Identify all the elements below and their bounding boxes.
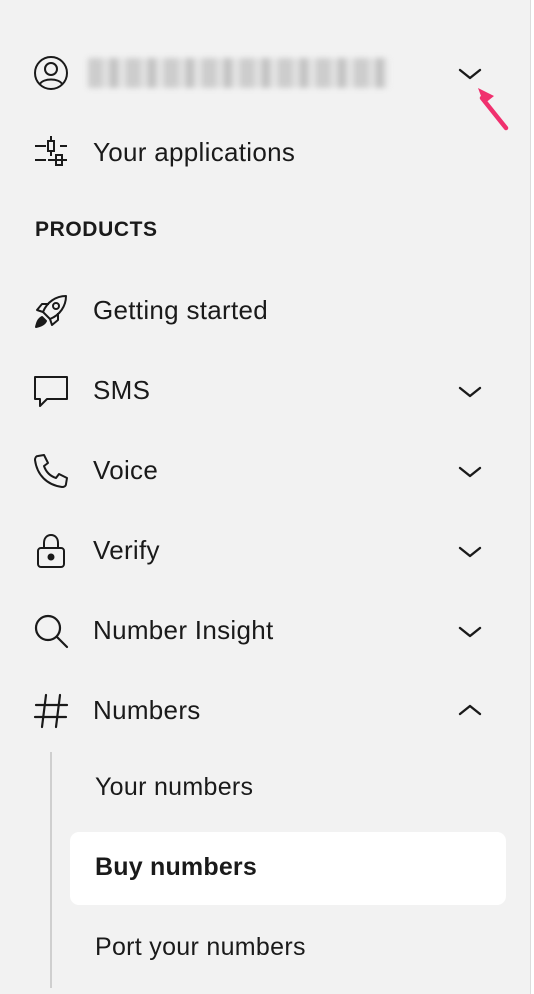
nav-getting-started-label: Getting started	[93, 295, 269, 325]
nav-numbers-label: Numbers	[93, 695, 201, 725]
chevron-down-icon[interactable]	[456, 382, 484, 402]
hash-icon	[32, 692, 70, 730]
sliders-icon	[32, 134, 70, 172]
nav-sms[interactable]: SMS	[0, 351, 530, 431]
chevron-up-icon[interactable]	[456, 700, 484, 720]
submenu-item-buy-numbers[interactable]: Buy numbers	[70, 832, 506, 905]
annotation-arrow-icon	[472, 82, 516, 134]
nav-number-insight[interactable]: Number Insight	[0, 591, 530, 671]
nav-verify-label: Verify	[93, 535, 160, 565]
chat-bubble-icon	[32, 372, 70, 410]
nav-getting-started[interactable]: Getting started	[0, 271, 530, 351]
account-name-redacted	[88, 58, 388, 88]
chevron-down-icon[interactable]	[456, 64, 484, 84]
submenu-item-buy-numbers-label: Buy numbers	[95, 853, 257, 881]
chevron-down-icon[interactable]	[456, 542, 484, 562]
chevron-down-icon[interactable]	[456, 462, 484, 482]
search-icon	[32, 612, 70, 650]
nav-voice[interactable]: Voice	[0, 431, 530, 511]
nav-sms-label: SMS	[93, 375, 151, 405]
lock-icon	[32, 532, 70, 570]
nav-numbers[interactable]: Numbers	[0, 671, 530, 751]
chevron-down-icon[interactable]	[456, 622, 484, 642]
nav-number-insight-label: Number Insight	[93, 615, 274, 645]
submenu-guide-line	[50, 752, 52, 988]
phone-icon	[32, 452, 70, 490]
nav-your-applications-label: Your applications	[93, 137, 296, 167]
submenu-item-port-your-numbers[interactable]: Port your numbers	[95, 933, 306, 962]
nav-voice-label: Voice	[93, 455, 159, 485]
rocket-icon	[32, 292, 70, 330]
section-title-products: PRODUCTS	[35, 218, 158, 241]
submenu-item-your-numbers[interactable]: Your numbers	[95, 773, 253, 802]
nav-verify[interactable]: Verify	[0, 511, 530, 591]
nav-your-applications[interactable]: Your applications	[0, 113, 530, 193]
user-circle-icon	[32, 54, 70, 92]
sidebar-nav: Your applications PRODUCTS Getting start…	[0, 0, 531, 994]
